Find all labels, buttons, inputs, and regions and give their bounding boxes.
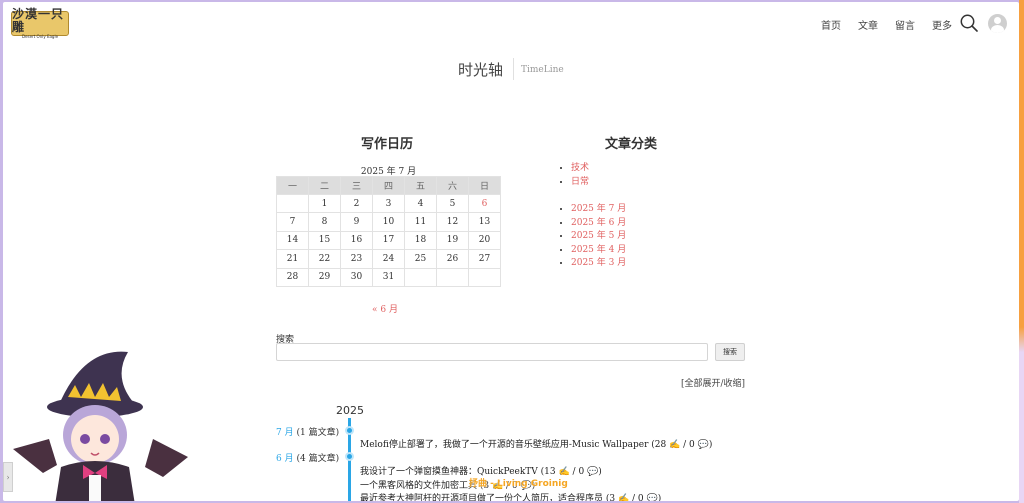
calendar-week: 21 22 23 24 25 26 27: [276, 249, 501, 269]
archive-link[interactable]: 2025 年 4 月: [571, 244, 626, 258]
calendar-day: 15: [308, 230, 341, 251]
calendar-day: 30: [340, 267, 373, 287]
calendar-heading: 写作日历: [361, 137, 414, 152]
categories-heading: 文章分类: [605, 137, 658, 152]
calendar-day: 17: [372, 230, 405, 251]
timeline-post[interactable]: Melofi停止部署了，我做了一个开源的音乐壁纸应用-Music Wallpap…: [360, 437, 712, 450]
month-link[interactable]: 7 月: [276, 428, 294, 438]
weekday: 四: [372, 176, 405, 195]
nav-home[interactable]: 首页: [821, 17, 841, 32]
archive-list: 2025 年 7 月 2025 年 6 月 2025 年 5 月 2025 年 …: [557, 203, 626, 271]
weekday: 一: [276, 176, 309, 195]
calendar-day: 28: [276, 267, 309, 287]
timeline-month: 7 月 (1 篇文章): [276, 425, 339, 438]
page-frame: 沙漠一只雕 Desert Only Eagle 首页 文章 留言 更多 时光轴 …: [3, 2, 1019, 501]
calendar-empty-cell: [468, 267, 501, 287]
nav-guestbook[interactable]: 留言: [895, 17, 915, 32]
side-drawer-toggle[interactable]: ›: [3, 462, 13, 492]
search-button[interactable]: 搜索: [715, 343, 745, 361]
calendar-day: 11: [404, 212, 437, 232]
calendar-day: 31: [372, 267, 405, 287]
weekday: 五: [404, 176, 437, 195]
calendar-day: 18: [404, 230, 437, 251]
calendar-table: 一 二 三 四 五 六 日 1 2 3 4 5 6 7 8 9 10 11 12 13 14 15 16 17 1…: [276, 176, 501, 287]
archive-link[interactable]: 2025 年 5 月: [571, 230, 626, 244]
search-input[interactable]: [276, 343, 708, 361]
calendar-day: 13: [468, 212, 501, 232]
site-logo[interactable]: 沙漠一只雕 Desert Only Eagle: [11, 7, 69, 39]
calendar-day: 19: [436, 230, 469, 251]
nav-articles[interactable]: 文章: [858, 17, 878, 32]
calendar-week: 14 15 16 17 18 19 20: [276, 230, 501, 251]
calendar-week: 123456: [276, 193, 501, 214]
calendar-day: 12: [436, 212, 469, 232]
category-link[interactable]: 技术: [571, 162, 589, 176]
calendar-day: 21: [276, 249, 309, 269]
archive-link[interactable]: 2025 年 3 月: [571, 257, 626, 271]
weekday: 二: [308, 176, 341, 195]
calendar-empty-cell: [404, 267, 437, 287]
logo-subtext: Desert Only Eagle: [21, 34, 59, 39]
category-link[interactable]: 日常: [571, 176, 589, 190]
calendar-prev-month-link[interactable]: « 6 月: [372, 302, 398, 315]
calendar-day: 29: [308, 267, 341, 287]
calendar-day: 14: [276, 230, 309, 251]
calendar-day: 6: [468, 193, 501, 214]
month-count: (1 篇文章): [296, 428, 340, 438]
timeline-dot: [345, 452, 354, 461]
calendar-day: 26: [436, 249, 469, 269]
calendar-day: 2: [340, 193, 373, 214]
calendar-day: 25: [404, 249, 437, 269]
calendar-day: 22: [308, 249, 341, 269]
calendar-day: 23: [340, 249, 373, 269]
nav-more[interactable]: 更多: [932, 17, 952, 32]
timeline-dot: [345, 426, 354, 435]
calendar-empty-cell: [436, 267, 469, 287]
timeline-post[interactable]: 最近参考大神阿杆的开源项目做了一份个人简历，适合程序员 (3 ✍ / 0 💬): [360, 491, 661, 501]
archive-link[interactable]: 2025 年 6 月: [571, 217, 626, 231]
main-nav: 首页 文章 留言 更多: [821, 17, 952, 32]
calendar-body: 1 2 3 4 5 6 7 8 9 10 11 12 13 14 15 16 17 18 19 20 21 22 23 24 2…: [276, 193, 501, 287]
calendar-day: 24: [372, 249, 405, 269]
weekday: 六: [436, 176, 469, 195]
calendar-week: 7 8 9 10 11 12 13: [276, 212, 501, 232]
calendar-empty-cell: [276, 193, 309, 214]
now-playing-text[interactable]: 抒曲 - Living Groinig: [469, 476, 568, 489]
calendar-day: 20: [468, 230, 501, 251]
title-divider: [513, 58, 514, 80]
calendar-day: 7: [276, 212, 309, 232]
scroll-progress-bar: [1019, 0, 1024, 503]
calendar-day: 8: [308, 212, 341, 232]
calendar-day: 16: [340, 230, 373, 251]
calendar-day: 27: [468, 249, 501, 269]
calendar-day: 4: [404, 193, 437, 214]
logo-text: 沙漠一只雕: [12, 7, 65, 34]
timeline-month: 6 月 (4 篇文章): [276, 451, 339, 464]
calendar-day: 1: [308, 193, 341, 214]
calendar-day: 5: [436, 193, 469, 214]
archive-link[interactable]: 2025 年 7 月: [571, 203, 626, 217]
weekday: 三: [340, 176, 373, 195]
expand-collapse-toggle[interactable]: [全部展开/收缩]: [681, 376, 745, 389]
calendar-week: 28 29 30 31: [276, 267, 501, 287]
weekday: 日: [468, 176, 501, 195]
calendar-day: 9: [340, 212, 373, 232]
month-link[interactable]: 6 月: [276, 454, 294, 464]
month-count: (4 篇文章): [296, 454, 340, 464]
mascot-witch-illustration[interactable]: [13, 347, 188, 501]
calendar-day: 3: [372, 193, 405, 214]
calendar-weekdays: 一 二 三 四 五 六 日: [276, 176, 501, 195]
page-subtitle: TimeLine: [521, 65, 564, 75]
timeline-year: 2025: [336, 404, 364, 417]
page-title: 时光轴: [458, 61, 504, 79]
calendar-day: 10: [372, 212, 405, 232]
category-list: 技术 日常: [557, 162, 589, 189]
search-icon[interactable]: [960, 14, 978, 32]
user-avatar[interactable]: [988, 14, 1007, 33]
